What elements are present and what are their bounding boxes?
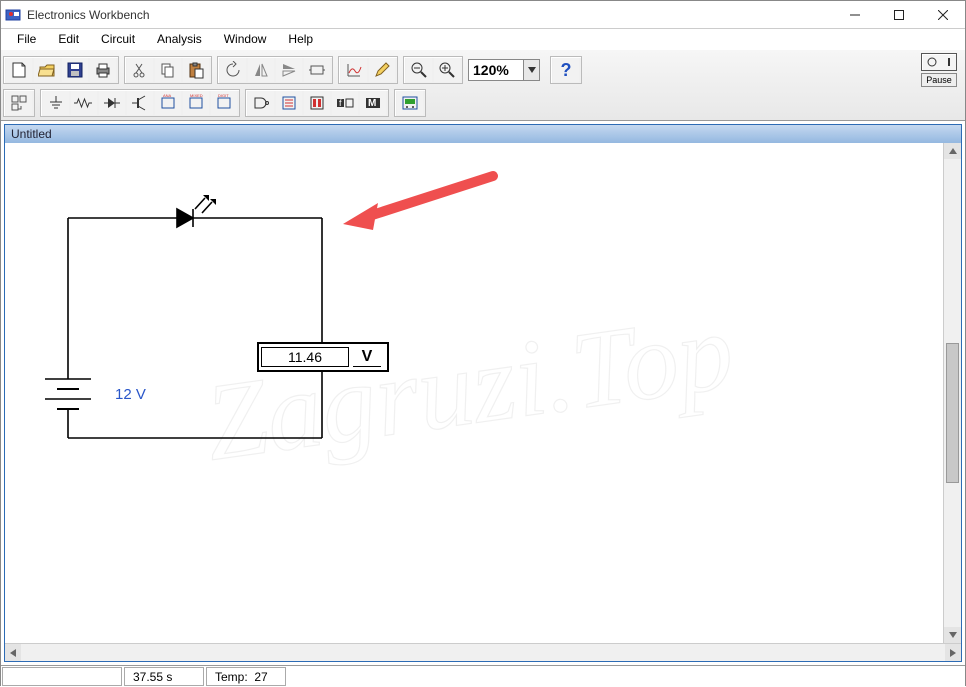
indicators-icon[interactable]: f (332, 91, 358, 115)
scrollbar-vertical[interactable] (943, 143, 961, 643)
scrollbar-horizontal[interactable] (5, 643, 961, 661)
analog-ic-icon[interactable]: ANA (155, 91, 181, 115)
menu-edit[interactable]: Edit (48, 30, 89, 48)
window-title: Electronics Workbench (27, 8, 833, 22)
ground-icon[interactable] (43, 91, 69, 115)
flip-v-button[interactable] (276, 58, 302, 82)
document-frame: Untitled Zagruzi.Top (4, 124, 962, 662)
power-switch[interactable] (921, 53, 957, 71)
document-titlebar: Untitled (5, 125, 961, 143)
svg-text:MIXED: MIXED (190, 94, 203, 98)
copy-button[interactable] (155, 58, 181, 82)
circuit-canvas[interactable]: Zagruzi.Top (5, 143, 943, 643)
menu-file[interactable]: File (7, 30, 46, 48)
graph-button[interactable] (341, 58, 367, 82)
close-button[interactable] (921, 1, 965, 29)
svg-text:DIGIT: DIGIT (218, 94, 229, 98)
menu-window[interactable]: Window (214, 30, 277, 48)
titlebar: Electronics Workbench (1, 1, 965, 29)
zoom-value: 120% (473, 62, 509, 78)
zoom-in-button[interactable] (434, 58, 460, 82)
pause-button[interactable]: Pause (921, 73, 957, 87)
scroll-down-icon[interactable] (944, 627, 961, 643)
arrow-annotation (338, 168, 508, 241)
save-button[interactable] (62, 58, 88, 82)
zoom-select[interactable]: 120% (468, 59, 540, 81)
diode-icon[interactable] (99, 91, 125, 115)
paste-button[interactable] (183, 58, 209, 82)
scroll-thumb[interactable] (946, 343, 959, 483)
chevron-down-icon (523, 60, 539, 80)
minimize-button[interactable] (833, 1, 877, 29)
mixed-ic-icon[interactable]: MIXED (183, 91, 209, 115)
menu-help[interactable]: Help (278, 30, 323, 48)
help-button[interactable]: ? (553, 58, 579, 82)
statusbar: 37.55 s Temp: 27 (1, 665, 965, 687)
svg-text:ANA: ANA (163, 94, 172, 98)
digital-ic-icon[interactable]: DIGIT (211, 91, 237, 115)
menu-circuit[interactable]: Circuit (91, 30, 145, 48)
voltmeter-unit: V (353, 348, 381, 367)
print-button[interactable] (90, 58, 116, 82)
flip-h-button[interactable] (248, 58, 274, 82)
battery-label: 12 V (115, 386, 146, 403)
voltmeter-reading: 11.46 (261, 347, 349, 367)
transistor-icon[interactable] (127, 91, 153, 115)
gate-icon[interactable] (248, 91, 274, 115)
zoom-out-button[interactable] (406, 58, 432, 82)
open-button[interactable] (34, 58, 60, 82)
cut-button[interactable] (127, 58, 153, 82)
voltmeter[interactable]: 11.46 V (257, 342, 389, 372)
components-button[interactable] (6, 91, 32, 115)
menu-analysis[interactable]: Analysis (147, 30, 212, 48)
svg-text:M: M (368, 98, 376, 109)
rotate-left-button[interactable] (220, 58, 246, 82)
edit-button[interactable] (369, 58, 395, 82)
menubar: File Edit Circuit Analysis Window Help (1, 29, 965, 49)
scroll-right-icon[interactable] (945, 644, 961, 661)
instruments-icon[interactable] (397, 91, 423, 115)
app-icon (5, 7, 21, 23)
flipflop-icon[interactable] (276, 91, 302, 115)
subcircuit-button[interactable] (304, 58, 330, 82)
document-title: Untitled (11, 127, 52, 141)
scroll-up-icon[interactable] (944, 143, 961, 159)
status-time: 37.55 s (124, 667, 204, 686)
maximize-button[interactable] (877, 1, 921, 29)
display-icon[interactable] (304, 91, 330, 115)
status-cell-empty (2, 667, 122, 686)
new-button[interactable] (6, 58, 32, 82)
scroll-left-icon[interactable] (5, 644, 21, 661)
resistor-icon[interactable] (71, 91, 97, 115)
misc-icon[interactable]: M (360, 91, 386, 115)
status-temp: Temp: 27 (206, 667, 286, 686)
toolbar-area: 120% ? Pause (1, 49, 965, 121)
